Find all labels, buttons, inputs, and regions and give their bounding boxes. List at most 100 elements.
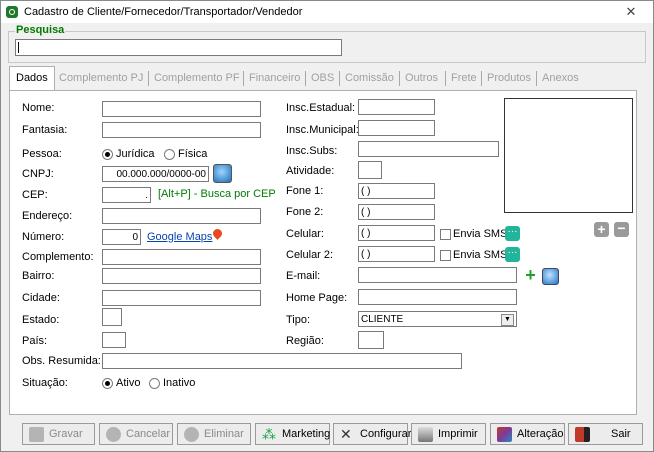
tab-obs[interactable]: OBS bbox=[305, 67, 340, 90]
share-icon: ⁂ bbox=[262, 426, 276, 442]
estado-label: Estado: bbox=[22, 314, 60, 326]
pais-label: País: bbox=[22, 335, 48, 347]
insc-estadual-input[interactable] bbox=[358, 99, 435, 115]
add-email-icon[interactable]: + bbox=[523, 266, 538, 284]
nome-input[interactable] bbox=[102, 101, 261, 117]
marketing-label: Marketing bbox=[282, 428, 331, 440]
configurar-label: Configurar bbox=[360, 428, 412, 440]
complemento-label: Complemento: bbox=[22, 251, 94, 263]
tab-frete[interactable]: Frete bbox=[445, 67, 483, 90]
google-maps-link[interactable]: Google Maps bbox=[147, 231, 212, 243]
obs-resumida-label: Obs. Resumida: bbox=[22, 355, 101, 367]
app-icon bbox=[6, 6, 18, 18]
tools-icon: ✕ bbox=[340, 426, 352, 442]
sms-chat-icon[interactable]: ··· bbox=[505, 247, 520, 262]
cancelar-button[interactable]: Cancelar bbox=[99, 423, 173, 445]
numero-label: Número: bbox=[22, 231, 65, 243]
chevron-down-icon[interactable]: ▼ bbox=[501, 314, 514, 326]
celular2-input[interactable]: ( ) bbox=[358, 246, 435, 262]
pessoa-juridica-radio[interactable] bbox=[102, 149, 113, 160]
eliminar-label: Eliminar bbox=[204, 428, 244, 440]
endereco-input[interactable] bbox=[102, 208, 261, 224]
bairro-label: Bairro: bbox=[22, 270, 55, 282]
celular-label: Celular: bbox=[286, 228, 324, 240]
envia-sms2-checkbox[interactable] bbox=[440, 250, 451, 261]
search-input[interactable] bbox=[15, 39, 342, 56]
cidade-input[interactable] bbox=[102, 290, 261, 306]
tab-anexos[interactable]: Anexos bbox=[536, 67, 585, 90]
close-icon[interactable]: ✕ bbox=[613, 3, 649, 20]
cancelar-label: Cancelar bbox=[126, 428, 171, 440]
celular2-label: Celular 2: bbox=[286, 249, 334, 261]
fantasia-input[interactable] bbox=[102, 122, 261, 138]
add-photo-icon[interactable]: + bbox=[594, 222, 609, 237]
eliminar-button[interactable]: Eliminar bbox=[177, 423, 251, 445]
numero-input[interactable]: 0 bbox=[102, 229, 141, 245]
gravar-label: Gravar bbox=[49, 428, 83, 440]
fone1-input[interactable]: ( ) bbox=[358, 183, 435, 199]
insc-municipal-input[interactable] bbox=[358, 120, 435, 136]
tab-comissao[interactable]: Comissão bbox=[339, 67, 400, 90]
cep-hint: [Alt+P] - Busca por CEP bbox=[158, 188, 276, 200]
situacao-inativo-radio[interactable] bbox=[149, 378, 160, 389]
gravar-button[interactable]: Gravar bbox=[22, 423, 95, 445]
email-label: E-mail: bbox=[286, 270, 321, 282]
homepage-input[interactable] bbox=[358, 289, 517, 305]
cidade-label: Cidade: bbox=[22, 292, 60, 304]
photo-frame[interactable] bbox=[504, 98, 633, 213]
cep-input[interactable]: . bbox=[102, 187, 151, 203]
fantasia-label: Fantasia: bbox=[22, 124, 68, 136]
situacao-ativo-radio[interactable] bbox=[102, 378, 113, 389]
sms-chat-icon[interactable]: ··· bbox=[505, 226, 520, 241]
situacao-ativo-label: Ativo bbox=[116, 377, 141, 389]
celular-input[interactable]: ( ) bbox=[358, 225, 435, 241]
pessoa-fisica-label: Física bbox=[178, 148, 208, 160]
email-input[interactable] bbox=[358, 267, 517, 283]
sair-label: Sair bbox=[611, 428, 631, 440]
tab-outros[interactable]: Outros bbox=[399, 67, 444, 90]
cep-label: CEP: bbox=[22, 189, 48, 201]
atividade-input[interactable] bbox=[358, 161, 382, 179]
email-globe-icon[interactable] bbox=[542, 268, 559, 285]
tab-financeiro[interactable]: Financeiro bbox=[243, 67, 306, 90]
pais-input[interactable] bbox=[102, 332, 126, 348]
insc-estadual-label: Insc.Estadual: bbox=[286, 102, 356, 114]
bairro-input[interactable] bbox=[102, 268, 261, 284]
pessoa-label: Pessoa: bbox=[22, 148, 62, 160]
configurar-button[interactable]: ✕ Configurar bbox=[333, 423, 412, 445]
tab-complemento-pf[interactable]: Complemento PF bbox=[148, 67, 246, 90]
tab-produtos[interactable]: Produtos bbox=[481, 67, 537, 90]
tab-complemento-pj[interactable]: Complemento PJ bbox=[53, 67, 149, 90]
imprimir-button[interactable]: Imprimir bbox=[411, 423, 486, 445]
tipo-select[interactable]: CLIENTE ▼ bbox=[358, 311, 517, 327]
title-bar: Cadastro de Cliente/Fornecedor/Transport… bbox=[1, 1, 653, 23]
search-cnpj-icon[interactable] bbox=[213, 164, 232, 183]
exit-icon bbox=[575, 427, 590, 442]
pessoa-fisica-radio[interactable] bbox=[164, 149, 175, 160]
search-label: Pesquisa bbox=[15, 24, 66, 36]
envia-sms2-label: Envia SMS bbox=[453, 249, 508, 261]
text-caret bbox=[18, 42, 19, 53]
insc-municipal-label: Insc.Municipal: bbox=[286, 124, 359, 136]
save-icon bbox=[29, 427, 44, 442]
complemento-input[interactable] bbox=[102, 249, 261, 265]
envia-sms-checkbox[interactable] bbox=[440, 229, 451, 240]
regiao-input[interactable] bbox=[358, 331, 384, 349]
nome-label: Nome: bbox=[22, 102, 55, 114]
estado-input[interactable] bbox=[102, 308, 122, 326]
envia-sms-label: Envia SMS bbox=[453, 228, 508, 240]
marketing-button[interactable]: ⁂ Marketing bbox=[255, 423, 330, 445]
fone2-input[interactable]: ( ) bbox=[358, 204, 435, 220]
sair-button[interactable]: Sair bbox=[568, 423, 643, 445]
alteracao-button[interactable]: Alteração bbox=[490, 423, 565, 445]
delete-icon bbox=[184, 427, 199, 442]
regiao-label: Região: bbox=[286, 335, 324, 347]
alteracao-label: Alteração bbox=[517, 428, 564, 440]
remove-photo-icon[interactable]: − bbox=[614, 221, 629, 237]
tab-dados[interactable]: Dados bbox=[9, 66, 55, 91]
cnpj-input[interactable]: 00.000.000/0000-00 bbox=[102, 166, 209, 182]
situacao-label: Situação: bbox=[22, 377, 68, 389]
obs-resumida-input[interactable] bbox=[102, 353, 462, 369]
insc-subs-input[interactable] bbox=[358, 141, 499, 157]
fone2-label: Fone 2: bbox=[286, 206, 324, 218]
